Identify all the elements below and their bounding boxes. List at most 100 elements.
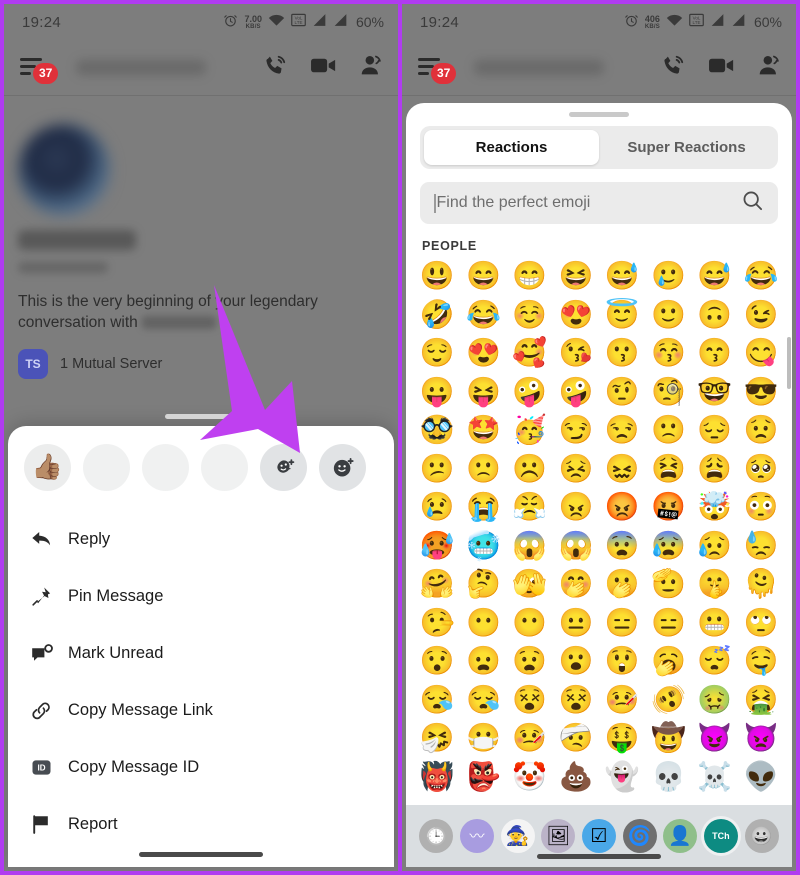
emoji-cell[interactable]: 🙁 — [460, 450, 506, 489]
teal-server-tab[interactable]: TCh — [703, 819, 738, 853]
emoji-cell[interactable]: 🤮 — [738, 681, 784, 720]
emoji-cell[interactable]: 😮 — [553, 642, 599, 681]
emoji-cell[interactable]: 🤡 — [507, 758, 553, 797]
emoji-cell[interactable]: 😦 — [460, 642, 506, 681]
menu-hamburger-button[interactable]: 37 — [20, 55, 59, 84]
emoji-cell[interactable]: 😚 — [645, 334, 691, 373]
recent-emoji-tab[interactable]: 🕒 — [419, 819, 454, 853]
reaction-slot-4[interactable] — [201, 444, 248, 491]
add-super-reaction-button[interactable] — [260, 444, 307, 491]
emoji-cell[interactable]: 😢 — [414, 488, 460, 527]
emoji-cell[interactable]: 😁 — [507, 257, 553, 296]
emoji-cell[interactable]: 😔 — [692, 411, 738, 450]
emoji-cell[interactable]: 😷 — [460, 719, 506, 758]
emoji-cell[interactable]: 🥺 — [738, 450, 784, 489]
emoji-cell[interactable]: 😱 — [507, 527, 553, 566]
emoji-cell[interactable]: 😣 — [553, 450, 599, 489]
menu-item-reply[interactable]: Reply — [8, 511, 394, 568]
add-reaction-button[interactable] — [319, 444, 366, 491]
add-friend-icon[interactable] — [757, 53, 782, 83]
emoji-cell[interactable]: 😖 — [599, 450, 645, 489]
emoji-cell[interactable]: 🫢 — [599, 565, 645, 604]
emoji-cell[interactable]: 😨 — [599, 527, 645, 566]
emoji-cell[interactable]: 😓 — [738, 527, 784, 566]
checkbox-server-tab[interactable]: ☑ — [581, 819, 616, 853]
menu-item-report[interactable]: Report — [8, 796, 394, 853]
emoji-cell[interactable]: 🙄 — [738, 604, 784, 643]
wizard-hat-server-tab[interactable]: 🧙 — [500, 819, 535, 853]
emoji-cell[interactable]: 😫 — [645, 450, 691, 489]
emoji-cell[interactable]: 😗 — [599, 334, 645, 373]
emoji-cell[interactable]: 😳 — [738, 488, 784, 527]
emoji-cell[interactable]: 🤗 — [414, 565, 460, 604]
emoji-cell[interactable]: 😯 — [414, 642, 460, 681]
emoji-cell[interactable]: 💩 — [553, 758, 599, 797]
emoji-cell[interactable]: 🤭 — [553, 565, 599, 604]
emoji-cell[interactable]: 😎 — [738, 373, 784, 412]
avatar-server-tab[interactable]: 👤 — [663, 819, 698, 853]
menu-item-copy-message-link[interactable]: Copy Message Link — [8, 682, 394, 739]
emoji-cell[interactable]: 🥱 — [645, 642, 691, 681]
emoji-cell[interactable]: 🫠 — [738, 565, 784, 604]
emoji-cell[interactable]: 😥 — [692, 527, 738, 566]
reaction-slot-3[interactable] — [142, 444, 189, 491]
emoji-cell[interactable]: 😇 — [599, 296, 645, 335]
people-emoji-tab[interactable]: 😀 — [744, 819, 779, 853]
emoji-cell[interactable]: 🤔 — [460, 565, 506, 604]
add-friend-icon[interactable] — [359, 53, 384, 83]
emoji-cell[interactable]: 😤 — [507, 488, 553, 527]
menu-hamburger-button[interactable]: 37 — [418, 55, 457, 84]
emoji-cell[interactable]: 😴 — [692, 642, 738, 681]
emoji-search-box[interactable] — [420, 182, 778, 224]
emoji-cell[interactable]: 😰 — [645, 527, 691, 566]
emoji-cell[interactable]: 😵 — [507, 681, 553, 720]
emoji-cell[interactable]: 😘 — [553, 334, 599, 373]
emoji-cell[interactable]: 👺 — [460, 758, 506, 797]
emoji-cell[interactable]: 🤨 — [599, 373, 645, 412]
emoji-cell[interactable]: 🤧 — [414, 719, 460, 758]
emoji-cell[interactable]: 🤒 — [599, 681, 645, 720]
tab-super-reactions[interactable]: Super Reactions — [599, 130, 774, 165]
emoji-cell[interactable]: 🤫 — [692, 565, 738, 604]
emoji-cell[interactable]: 😬 — [692, 604, 738, 643]
emoji-cell[interactable]: 🥰 — [507, 334, 553, 373]
emoji-cell[interactable]: 🧐 — [645, 373, 691, 412]
emoji-cell[interactable]: ☺️ — [507, 296, 553, 335]
emoji-cell[interactable]: 🤪 — [507, 373, 553, 412]
emoji-cell[interactable]: 😧 — [507, 642, 553, 681]
sheet-drag-handle[interactable] — [165, 414, 237, 419]
emoji-cell[interactable]: 🤣 — [414, 296, 460, 335]
emoji-cell[interactable]: 😂 — [738, 257, 784, 296]
emoji-cell[interactable]: 😵 — [553, 681, 599, 720]
emoji-cell[interactable]: 😑 — [599, 604, 645, 643]
emoji-cell[interactable]: 😄 — [460, 257, 506, 296]
emoji-cell[interactable]: 😂 — [460, 296, 506, 335]
video-call-icon[interactable] — [708, 53, 735, 83]
emoji-cell[interactable]: 😝 — [460, 373, 506, 412]
emoji-cell[interactable]: 😉 — [738, 296, 784, 335]
nitro-server-tab[interactable]: 〰 — [459, 819, 494, 853]
emoji-cell[interactable]: 🤤 — [738, 642, 784, 681]
emoji-cell[interactable]: 😐 — [553, 604, 599, 643]
menu-item-pin-message[interactable]: Pin Message — [8, 568, 394, 625]
emoji-cell[interactable]: 🤩 — [460, 411, 506, 450]
tab-reactions[interactable]: Reactions — [424, 130, 599, 165]
video-call-icon[interactable] — [310, 53, 337, 83]
voice-call-icon[interactable] — [661, 53, 686, 83]
portrait-server-tab[interactable]: 🖼 — [541, 819, 576, 853]
reaction-slot-2[interactable] — [83, 444, 130, 491]
emoji-cell[interactable]: 👹 — [414, 758, 460, 797]
voice-call-icon[interactable] — [263, 53, 288, 83]
emoji-cell[interactable]: 😛 — [414, 373, 460, 412]
search-input[interactable] — [436, 194, 741, 212]
emoji-cell[interactable]: 😌 — [414, 334, 460, 373]
emoji-cell[interactable]: 🫣 — [507, 565, 553, 604]
emoji-cell[interactable]: ☹️ — [507, 450, 553, 489]
emoji-cell[interactable]: 🤢 — [692, 681, 738, 720]
emoji-cell[interactable]: 😏 — [553, 411, 599, 450]
emoji-cell[interactable]: 😅 — [599, 257, 645, 296]
emoji-cell[interactable]: 🤕 — [553, 719, 599, 758]
emoji-cell[interactable]: 😠 — [553, 488, 599, 527]
emoji-cell[interactable]: 🙃 — [692, 296, 738, 335]
emoji-cell[interactable]: 🤠 — [645, 719, 691, 758]
